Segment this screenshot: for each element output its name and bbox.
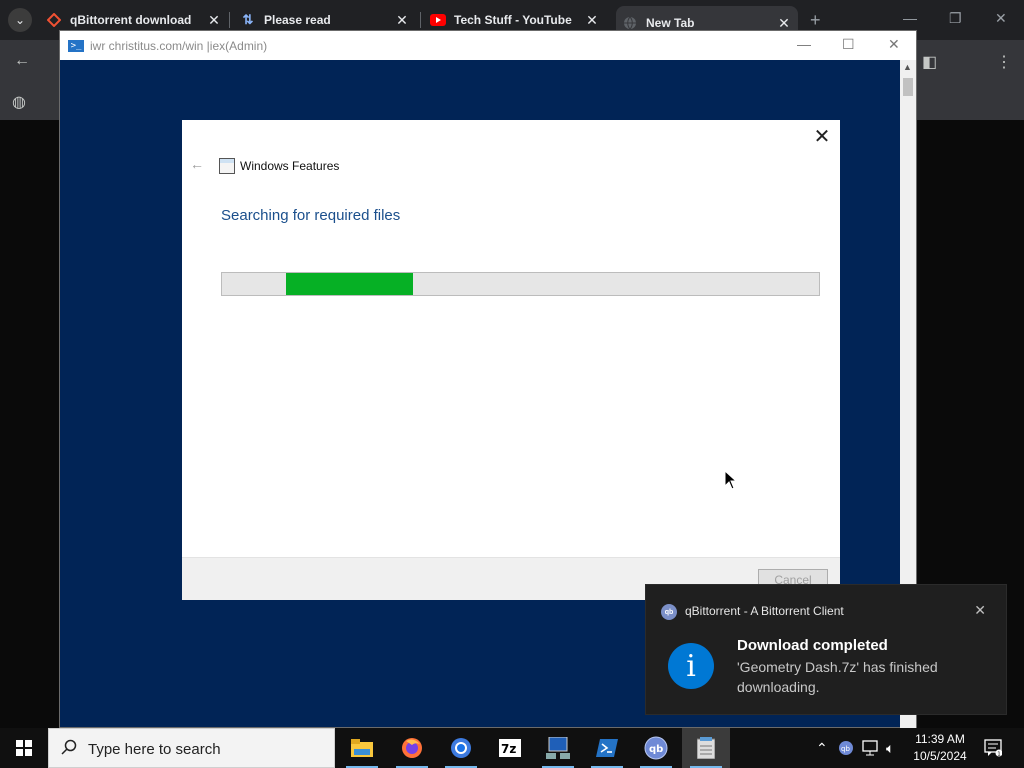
close-icon[interactable]: ✕ xyxy=(206,12,222,29)
powershell-title: iwr christitus.com/win |iex(Admin) xyxy=(90,38,268,53)
scroll-up-arrow-icon[interactable]: ▲ xyxy=(903,62,912,72)
side-panel-icon[interactable]: ◧ xyxy=(922,52,937,72)
toast-title: Download completed xyxy=(737,637,888,654)
qbittorrent-tray-icon[interactable]: qb xyxy=(838,728,854,768)
powershell-icon[interactable] xyxy=(583,728,631,768)
svg-text:qb: qb xyxy=(841,745,850,753)
search-icon xyxy=(61,739,77,755)
new-tab-plus-icon[interactable]: + xyxy=(810,10,821,31)
file-explorer-icon[interactable] xyxy=(338,728,386,768)
mouse-pointer-icon xyxy=(724,470,738,490)
youtube-icon xyxy=(430,12,446,28)
globe-icon[interactable]: ◍ xyxy=(12,92,26,112)
firefox-icon[interactable] xyxy=(388,728,436,768)
windows-logo-icon xyxy=(16,740,32,756)
tab-label: New Tab xyxy=(646,16,695,30)
clock-date: 10/5/2024 xyxy=(913,749,967,763)
system-clock[interactable]: 11:39 AM 10/5/2024 xyxy=(906,731,974,765)
toast-body: 'Geometry Dash.7z' has finished download… xyxy=(737,659,938,695)
tab-search-button[interactable]: ⌄ xyxy=(8,8,32,32)
tab-label: qBittorrent download xyxy=(70,13,192,27)
tab-label: Tech Stuff - YouTube xyxy=(454,13,572,27)
dialog-app-title: Windows Features xyxy=(240,159,340,173)
notepad-icon[interactable] xyxy=(682,728,730,768)
maximize-icon[interactable]: ☐ xyxy=(842,36,855,53)
windows-features-dialog: ✕ ← Windows Features Searching for requi… xyxy=(182,120,840,600)
close-icon[interactable]: ✕ xyxy=(888,36,900,53)
download-toast-notification[interactable]: qb qBittorrent - A Bittorrent Client ✕ i… xyxy=(645,584,1007,715)
windows-features-icon xyxy=(219,158,235,174)
svg-text:7z: 7z xyxy=(501,742,516,756)
progress-fill xyxy=(286,273,414,295)
taskbar: Type here to search 7z qb ⌃ qb 🔈︎ 11:39 … xyxy=(0,728,1024,768)
toast-app-name: qBittorrent - A Bittorrent Client xyxy=(685,604,844,618)
7-zip-icon[interactable]: 7z xyxy=(486,728,534,768)
tab-label: Please read xyxy=(264,13,331,27)
minimize-icon[interactable]: — xyxy=(797,36,811,52)
minimize-icon[interactable]: — xyxy=(903,10,917,26)
close-icon[interactable]: ✕ xyxy=(812,124,832,149)
globe-icon xyxy=(622,15,638,31)
svg-text:qb: qb xyxy=(649,744,663,755)
scrollbar-thumb[interactable] xyxy=(903,78,913,96)
close-icon[interactable]: ✕ xyxy=(584,12,600,29)
clock-time: 11:39 AM xyxy=(915,732,965,746)
start-button[interactable] xyxy=(0,728,48,768)
close-window-icon[interactable]: ✕ xyxy=(995,10,1007,27)
more-menu-icon[interactable]: ⋮ xyxy=(996,52,1012,72)
powershell-titlebar[interactable]: >_ iwr christitus.com/win |iex(Admin) — … xyxy=(60,31,916,60)
close-icon[interactable]: ✕ xyxy=(776,15,792,32)
info-icon: i xyxy=(668,643,714,689)
taskbar-search-box[interactable]: Type here to search xyxy=(48,728,335,768)
back-arrow-icon[interactable]: ← xyxy=(14,52,30,70)
network-admin-icon[interactable] xyxy=(534,728,582,768)
restore-icon[interactable]: ❐ xyxy=(949,10,962,27)
powershell-icon: >_ xyxy=(68,39,84,52)
close-icon[interactable]: ✕ xyxy=(974,602,986,619)
back-arrow-icon[interactable]: ← xyxy=(190,156,204,172)
qbittorrent-icon[interactable]: qb xyxy=(632,728,680,768)
show-hidden-icons-chevron-icon[interactable]: ⌃ xyxy=(816,728,828,768)
progress-bar xyxy=(221,272,820,296)
chrome-icon[interactable] xyxy=(437,728,485,768)
tab-divider xyxy=(420,12,421,28)
volume-icon[interactable]: 🔈︎ xyxy=(886,728,894,768)
qbittorrent-icon: qb xyxy=(661,604,677,620)
dialog-heading: Searching for required files xyxy=(221,207,401,224)
svg-text:1: 1 xyxy=(997,752,1001,758)
search-placeholder: Type here to search xyxy=(88,741,221,758)
close-icon[interactable]: ✕ xyxy=(394,12,410,29)
sort-arrows-icon: ⇅ xyxy=(242,12,254,27)
tab-divider xyxy=(229,12,230,28)
action-center-notifications-icon[interactable]: 1 xyxy=(984,728,1002,768)
network-icon[interactable] xyxy=(862,728,880,768)
qbittorrent-site-icon xyxy=(46,12,62,28)
